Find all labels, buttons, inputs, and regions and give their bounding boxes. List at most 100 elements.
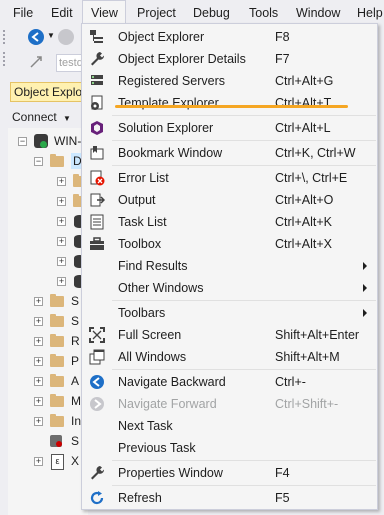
submenu-arrow-icon <box>363 309 367 317</box>
tree-server-node[interactable]: − WIN- <box>8 131 88 151</box>
menu-item-shortcut: F8 <box>275 30 290 44</box>
menu-item-label: Toolbox <box>118 237 162 251</box>
menu-item-output[interactable]: Output Ctrl+Alt+O <box>82 189 377 211</box>
menu-item-other-windows[interactable]: Other Windows <box>82 277 377 299</box>
connect-button[interactable]: Connect ▼ <box>12 108 71 126</box>
task-list-icon <box>89 214 105 230</box>
menu-item-label: Find Results <box>118 259 188 273</box>
tree-item[interactable]: + <box>8 171 88 191</box>
tree-item[interactable]: + <box>8 251 88 271</box>
folder-label: M <box>71 394 81 408</box>
menu-item-shortcut: Ctrl+Alt+L <box>275 121 331 135</box>
expand-icon[interactable]: + <box>34 377 43 386</box>
menu-item-full-screen[interactable]: Full Screen Shift+Alt+Enter <box>82 324 377 346</box>
full-screen-icon <box>89 327 105 343</box>
expand-icon[interactable]: + <box>34 417 43 426</box>
menu-item-label: Template Explorer <box>118 96 219 110</box>
expand-icon[interactable]: + <box>34 357 43 366</box>
menu-item-all-windows[interactable]: All Windows Shift+Alt+M <box>82 346 377 368</box>
tree-xevent-node[interactable]: + ε X <box>8 451 88 471</box>
menu-item-previous-task[interactable]: Previous Task <box>82 437 377 459</box>
folder-label: In <box>71 414 82 428</box>
menu-item-toolbars[interactable]: Toolbars <box>82 302 377 324</box>
tree-item[interactable]: + <box>8 191 88 211</box>
expand-icon[interactable]: + <box>57 177 66 186</box>
database-selector[interactable]: testd <box>56 54 84 72</box>
folder-label: A <box>71 374 80 388</box>
tree-item[interactable]: + <box>8 211 88 231</box>
bookmark-icon <box>89 145 105 161</box>
folder-label: S <box>71 314 80 328</box>
expand-icon[interactable]: + <box>57 257 66 266</box>
menu-item-label: Toolbars <box>118 306 166 320</box>
menu-item-label: Object Explorer Details <box>118 52 246 66</box>
tree-item[interactable]: + <box>8 271 88 291</box>
tree-folder-node[interactable]: + R <box>8 331 88 351</box>
back-arrow-icon[interactable] <box>28 29 44 45</box>
expand-icon[interactable]: + <box>34 397 43 406</box>
toolbar-grip-2[interactable] <box>2 51 6 67</box>
menu-item-registered-servers[interactable]: Registered Servers Ctrl+Alt+G <box>82 70 377 92</box>
toolbar-grip[interactable] <box>2 29 6 45</box>
expand-icon[interactable]: + <box>34 337 43 346</box>
folder-icon <box>50 414 64 427</box>
menu-item-object-explorer-details[interactable]: Object Explorer Details F7 <box>82 48 377 70</box>
expand-icon[interactable]: + <box>57 237 66 246</box>
menu-separator <box>112 460 376 461</box>
menu-item-find-results[interactable]: Find Results <box>82 255 377 277</box>
collapse-icon[interactable]: − <box>34 157 43 166</box>
folder-label: R <box>71 334 80 348</box>
error-list-icon <box>89 170 105 186</box>
forward-arrow-icon[interactable] <box>58 29 74 45</box>
expand-icon[interactable]: + <box>57 277 66 286</box>
tree-folder-node[interactable]: + In <box>8 411 88 431</box>
menu-item-next-task[interactable]: Next Task <box>82 415 377 437</box>
menu-separator <box>112 165 376 166</box>
menu-item-object-explorer[interactable]: Object Explorer F8 <box>82 26 377 48</box>
menu-item-error-list[interactable]: Error List Ctrl+\, Ctrl+E <box>82 167 377 189</box>
menu-item-label: All Windows <box>118 350 187 364</box>
menu-item-template-explorer[interactable]: Template Explorer Ctrl+Alt+T <box>82 92 377 114</box>
sql-icon[interactable] <box>28 54 44 70</box>
menu-item-solution-explorer[interactable]: Solution Explorer Ctrl+Alt+L <box>82 117 377 139</box>
menu-item-refresh[interactable]: Refresh F5 <box>82 487 377 509</box>
menu-item-label: Registered Servers <box>118 74 225 88</box>
menu-item-toolbox[interactable]: Toolbox Ctrl+Alt+X <box>82 233 377 255</box>
tree-folder-node[interactable]: + S <box>8 291 88 311</box>
menu-item-shortcut: Ctrl+Alt+K <box>275 215 332 229</box>
folder-icon <box>50 334 64 347</box>
menu-item-label: Task List <box>118 215 167 229</box>
menu-item-bookmark-window[interactable]: Bookmark Window Ctrl+K, Ctrl+W <box>82 142 377 164</box>
menu-file[interactable]: File <box>13 0 33 26</box>
tree-agent-node[interactable]: S <box>8 431 88 451</box>
menu-edit[interactable]: Edit <box>51 0 73 26</box>
tree-folder-node[interactable]: + M <box>8 391 88 411</box>
collapse-icon[interactable]: − <box>18 137 27 146</box>
connect-dropdown-icon: ▼ <box>63 114 71 123</box>
back-dropdown-icon[interactable]: ▼ <box>47 31 55 40</box>
menu-item-properties-window[interactable]: Properties Window F4 <box>82 462 377 484</box>
folder-icon <box>50 354 64 367</box>
expand-icon[interactable]: + <box>57 217 66 226</box>
menu-item-navigate-backward[interactable]: Navigate Backward Ctrl+- <box>82 371 377 393</box>
expand-icon[interactable]: + <box>34 297 43 306</box>
folder-icon <box>50 374 64 387</box>
menu-separator <box>112 115 376 116</box>
tree-databases-node[interactable]: − D <box>8 151 88 171</box>
menu-item-task-list[interactable]: Task List Ctrl+Alt+K <box>82 211 377 233</box>
tree-folder-node[interactable]: + S <box>8 311 88 331</box>
tree-item[interactable]: + <box>8 231 88 251</box>
menu-item-shortcut: F7 <box>275 52 290 66</box>
tree-folder-node[interactable]: + A <box>8 371 88 391</box>
expand-icon[interactable]: + <box>57 197 66 206</box>
menu-item-label: Solution Explorer <box>118 121 214 135</box>
tree-folder-node[interactable]: + P <box>8 351 88 371</box>
object-explorer-tab[interactable]: Object Explorer <box>10 82 88 102</box>
expand-icon[interactable]: + <box>34 457 43 466</box>
expand-icon[interactable]: + <box>34 317 43 326</box>
menu-item-label: Navigate Forward <box>118 397 217 411</box>
menu-item-shortcut: Ctrl+Alt+X <box>275 237 332 251</box>
menu-item-label: Previous Task <box>118 441 196 455</box>
refresh-icon <box>89 490 105 506</box>
navigate-forward-icon <box>89 396 105 412</box>
